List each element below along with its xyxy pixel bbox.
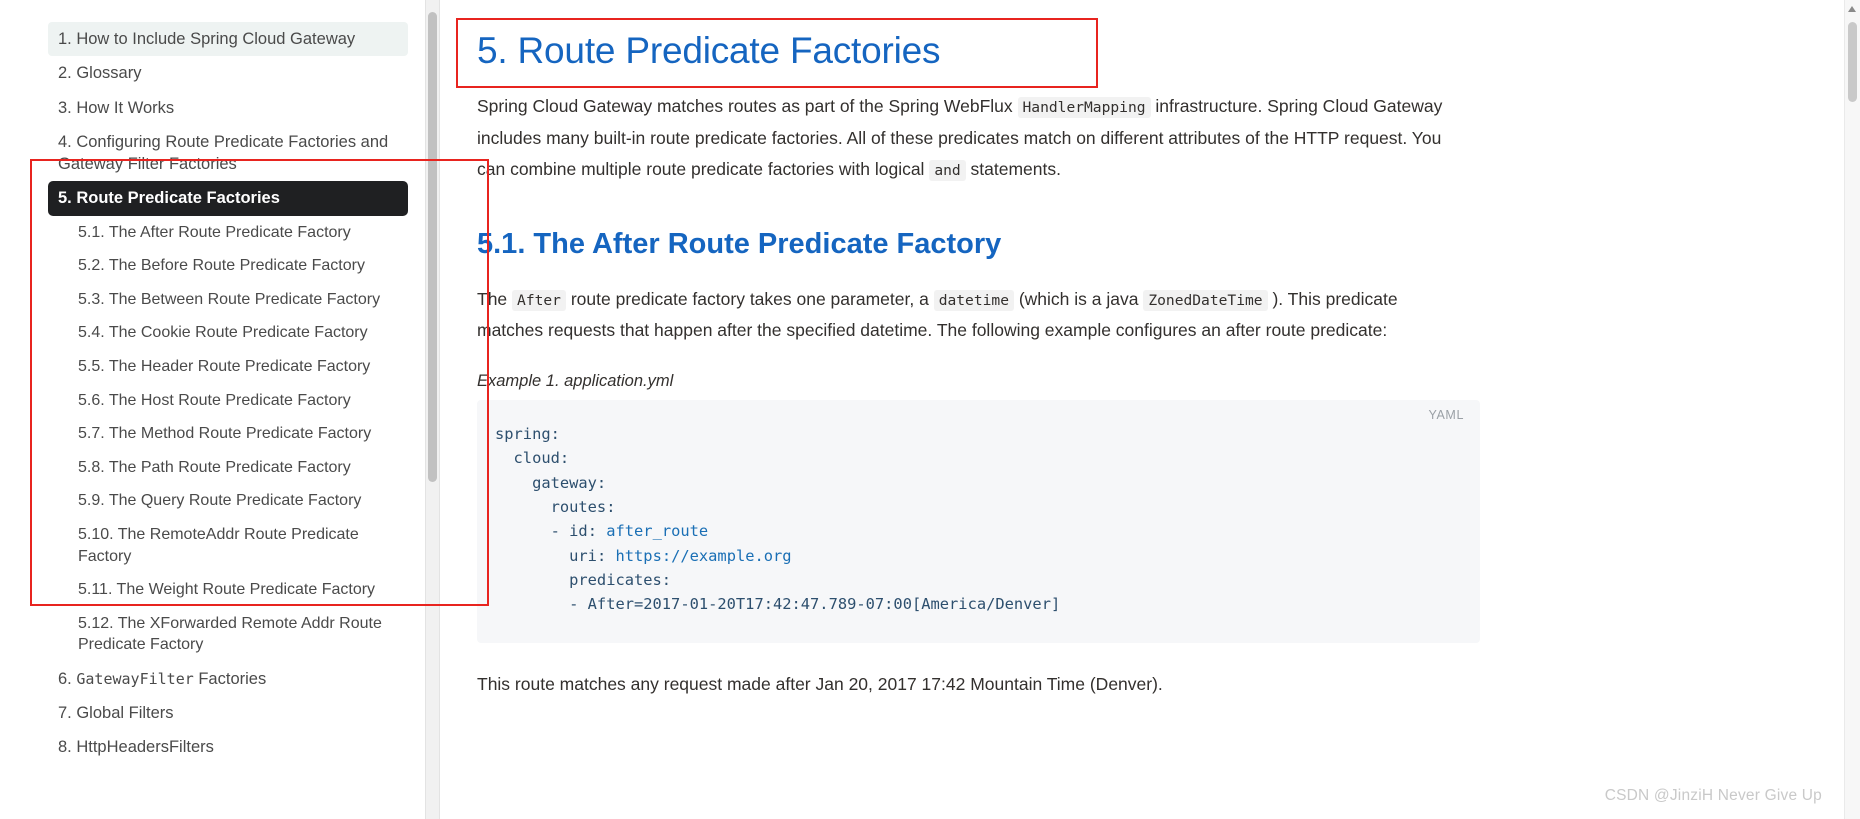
sidebar-item-13[interactable]: 5.8. The Path Route Predicate Factory [78,451,410,485]
page-title: 5. Route Predicate Factories [477,30,941,71]
sidebar-item-17[interactable]: 5.12. The XForwarded Remote Addr Route P… [78,607,410,662]
sidebar-item-20[interactable]: 8. HttpHeadersFilters [58,730,408,764]
sidebar-item-3[interactable]: 3. How It Works [58,91,408,125]
sidebar-item-4[interactable]: 4. Configuring Route Predicate Factories… [58,125,408,182]
after-text-2: route predicate factory takes one parame… [565,288,934,309]
watermark: CSDN @JinziH Never Give Up [1604,787,1822,804]
example-caption: Example 1. application.yml [477,371,674,390]
sidebar-item-11[interactable]: 5.6. The Host Route Predicate Factory [78,384,410,418]
code-content: spring: cloud: gateway: routes: - id: af… [495,424,1061,614]
sidebar-item-6[interactable]: 5.1. The After Route Predicate Factory [78,216,410,250]
inline-code-handlermapping: HandlerMapping [1017,97,1151,119]
inline-code-and: and [929,159,966,181]
sidebar-item-8[interactable]: 5.3. The Between Route Predicate Factory [78,283,410,317]
closing-paragraph: This route matches any request made afte… [477,673,1163,694]
sidebar-item-14[interactable]: 5.9. The Query Route Predicate Factory [78,484,410,518]
section-heading-5-1: 5.1. The After Route Predicate Factory [477,227,1002,260]
sidebar-item-18[interactable]: 6. GatewayFilter Factories [58,662,408,696]
toc-scrollbar-thumb[interactable] [428,12,437,482]
page-scrollbar-thumb[interactable] [1848,22,1857,102]
intro-paragraph: Spring Cloud Gateway matches routes as p… [477,91,1462,184]
inline-code-datetime: datetime [933,289,1014,311]
inline-code-zoneddatetime: ZonedDateTime [1143,289,1268,311]
sidebar-item-19[interactable]: 7. Global Filters [58,696,408,730]
sidebar-item-12[interactable]: 5.7. The Method Route Predicate Factory [78,417,410,451]
intro-text-1: Spring Cloud Gateway matches routes as p… [477,96,1018,117]
sidebar-item-15[interactable]: 5.10. The RemoteAddr Route Predicate Fac… [78,518,410,573]
documentation-page: 1. How to Include Spring Cloud Gateway 2.… [0,0,1860,819]
after-predicate-paragraph: The After route predicate factory takes … [477,284,1462,346]
toc-list: 1. How to Include Spring Cloud Gateway 2.… [0,0,425,765]
intro-text-3: statements. [965,158,1061,179]
sidebar-item-1[interactable]: 1. How to Include Spring Cloud Gateway [48,22,408,57]
page-scrollbar-track[interactable] [1844,0,1860,819]
mono-token: GatewayFilter [76,669,194,688]
after-text-3: (which is a java [1013,288,1144,309]
sidebar-item-16[interactable]: 5.11. The Weight Route Predicate Factory [78,573,410,607]
after-text-1: The [477,288,513,309]
code-language-badge: YAML [1428,407,1464,422]
inline-code-after: After [512,289,566,311]
sidebar-item-10[interactable]: 5.5. The Header Route Predicate Factory [78,350,410,384]
code-block-application-yml[interactable]: YAML spring: cloud: gateway: routes: - i… [477,399,1480,643]
table-of-contents-sidebar[interactable]: 1. How to Include Spring Cloud Gateway 2.… [0,0,425,819]
sidebar-item-2[interactable]: 2. Glossary [58,56,408,90]
sidebar-item-7[interactable]: 5.2. The Before Route Predicate Factory [78,249,410,283]
sidebar-item-5[interactable]: 5. Route Predicate Factories [48,181,408,216]
scroll-up-arrow-icon[interactable] [1848,6,1856,12]
article-body: 5. Route Predicate Factories Spring Clou… [442,0,1842,714]
main-content: 5. Route Predicate Factories Spring Clou… [442,0,1842,819]
sidebar-item-9[interactable]: 5.4. The Cookie Route Predicate Factory [78,316,410,350]
